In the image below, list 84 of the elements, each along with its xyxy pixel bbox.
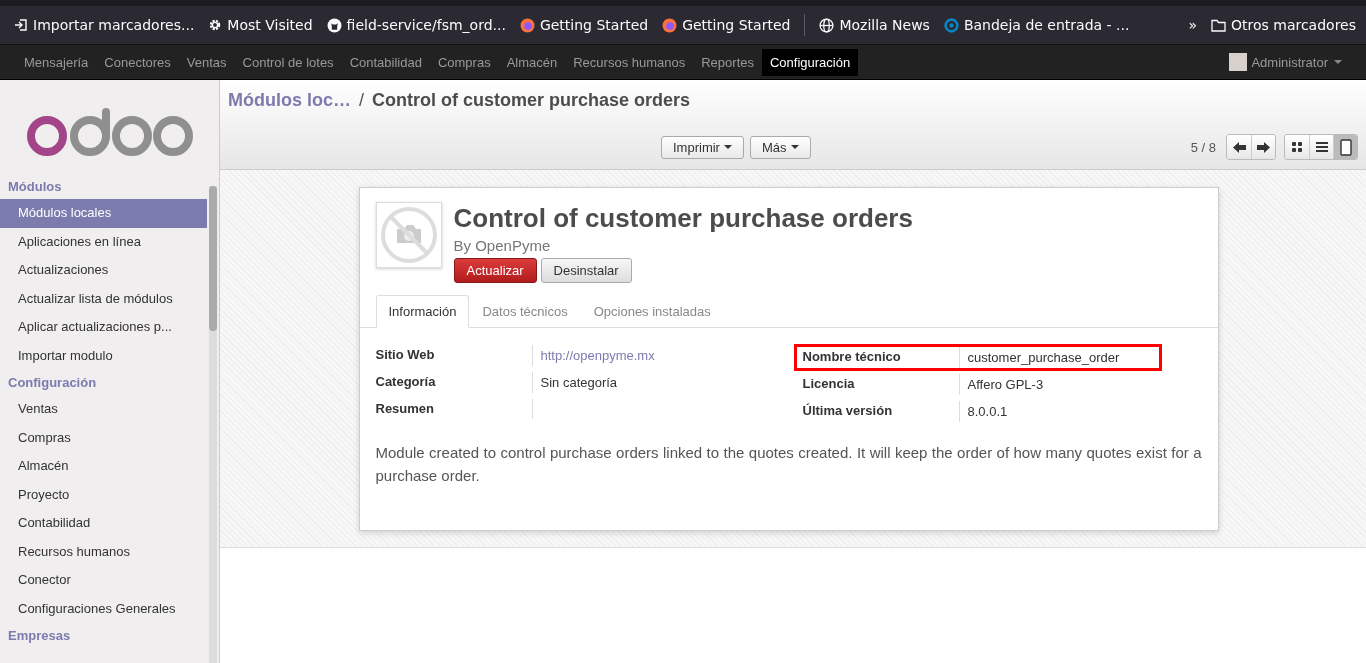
sidebar-item[interactable]: Aplicaciones en línea xyxy=(0,227,207,256)
no-image-icon xyxy=(375,202,442,268)
import-icon xyxy=(14,18,28,32)
sidebar-item[interactable]: Almacén xyxy=(0,452,207,481)
right-arrow-icon xyxy=(1257,141,1270,153)
top-menu-item[interactable]: Reportes xyxy=(693,48,762,76)
scrollbar[interactable] xyxy=(209,186,217,663)
sidebar-section-title: Empresas xyxy=(7,627,72,645)
caret-icon xyxy=(790,144,799,150)
sidebar-item[interactable]: Proyecto xyxy=(0,480,207,509)
top-menu-item[interactable]: Mensajería xyxy=(16,48,97,76)
bookmark[interactable]: Importar marcadores... xyxy=(14,17,195,33)
bookmark[interactable]: Getting Started xyxy=(662,17,791,33)
author-name: OpenPyme xyxy=(475,237,551,254)
field-value: customer_purchase_order xyxy=(967,350,1120,365)
folder-icon xyxy=(1211,18,1226,32)
left-arrow-icon xyxy=(1232,141,1246,153)
field-label: Nombre técnico xyxy=(801,348,902,366)
sidebar-item[interactable]: Compras xyxy=(0,423,207,452)
caret-icon xyxy=(1334,59,1342,65)
bookmark[interactable]: Getting Started xyxy=(519,17,649,33)
by-label: By xyxy=(453,237,471,254)
bookmark[interactable]: Bandeja de entrada - ... xyxy=(943,17,1130,33)
view-switch-button[interactable] xyxy=(1309,135,1333,159)
top-menu-item[interactable]: Control de lotes xyxy=(234,48,342,76)
bookmark[interactable]: Most Visited xyxy=(208,17,313,33)
sidebar-item[interactable]: Conector xyxy=(0,566,207,595)
field-value: Sin categoría xyxy=(540,375,618,390)
breadcrumb-separator: / xyxy=(359,90,364,111)
list-icon xyxy=(1315,142,1328,152)
field-label: Resumen xyxy=(375,400,436,418)
module-title: Control of customer purchase orders xyxy=(453,202,913,234)
module-description: Module created to control purchase orders linked to the quotes created. It will keep the order of how many quotes exist for a purchase order. xyxy=(375,443,1202,486)
top-menu-item[interactable]: Ventas xyxy=(178,48,235,76)
page-icon xyxy=(1339,138,1352,156)
sidebar-section-title: Módulos xyxy=(7,178,63,196)
bookmark-folder[interactable]: Otros marcadores xyxy=(1211,17,1356,33)
breadcrumb-current: Control of customer purchase orders xyxy=(372,90,691,111)
website-link[interactable]: http://openpyme.mx xyxy=(540,348,655,363)
bookmark[interactable]: field-service/fsm_ord... xyxy=(326,17,506,33)
field-value: 8.0.0.1 xyxy=(967,404,1008,419)
caret-icon xyxy=(723,144,732,150)
tab[interactable]: Opciones instaladas xyxy=(580,295,724,328)
avatar-icon xyxy=(1229,53,1248,71)
sidebar-item[interactable]: Contabilidad xyxy=(0,509,207,538)
bookmark[interactable]: Mozilla News xyxy=(819,17,930,33)
dropdown-button[interactable]: Imprimir xyxy=(661,135,744,159)
previous-button[interactable] xyxy=(1227,135,1251,159)
sidebar-item[interactable]: Módulos locales xyxy=(0,199,207,228)
user-menu[interactable]: Administrator xyxy=(1251,54,1342,70)
sidebar-item[interactable]: Ventas xyxy=(0,395,207,424)
tab[interactable]: Datos técnicos xyxy=(469,295,581,328)
top-menu-item[interactable]: Configuración xyxy=(762,48,859,76)
action-button[interactable]: Desinstalar xyxy=(540,258,632,283)
sidebar-section-title: Configuración xyxy=(7,374,98,392)
field-value: Affero GPL-3 xyxy=(967,377,1044,392)
tab[interactable]: Información xyxy=(375,295,470,328)
breadcrumb-link[interactable]: Módulos loc… xyxy=(228,90,351,111)
sidebar-item[interactable]: Aplicar actualizaciones p... xyxy=(0,313,207,342)
field-label: Licencia xyxy=(801,375,856,393)
field-label: Categoría xyxy=(375,373,437,391)
more-bookmarks-button[interactable]: » xyxy=(1188,17,1197,33)
pager: 5 / 8 xyxy=(1190,139,1216,155)
top-menu-item[interactable]: Almacén xyxy=(498,48,566,76)
top-menu-item[interactable]: Contabilidad xyxy=(341,48,430,76)
field-label: Última versión xyxy=(801,402,894,420)
field-label: Sitio Web xyxy=(375,346,436,364)
dropdown-button[interactable]: Más xyxy=(749,135,811,159)
gear-icon xyxy=(208,18,223,32)
top-menu-item[interactable]: Compras xyxy=(429,48,499,76)
sidebar-item[interactable]: Recursos humanos xyxy=(0,537,207,566)
action-button[interactable]: Actualizar xyxy=(453,258,537,283)
next-button[interactable] xyxy=(1251,135,1275,159)
view-switch-button[interactable] xyxy=(1285,135,1309,159)
sidebar-item[interactable]: Importar modulo xyxy=(0,341,207,370)
top-menu-item[interactable]: Recursos humanos xyxy=(565,48,694,76)
sidebar-item[interactable]: Actualizaciones xyxy=(0,256,207,285)
view-switch-button[interactable] xyxy=(1333,135,1357,159)
grid-icon xyxy=(1292,142,1302,152)
ring-logo-icon xyxy=(943,17,959,33)
sidebar-item[interactable]: Actualizar lista de módulos xyxy=(0,284,207,313)
globe-icon xyxy=(819,17,835,33)
top-menu-item[interactable]: Conectores xyxy=(96,48,179,76)
sidebar-item[interactable]: Configuraciones Generales xyxy=(0,594,207,623)
